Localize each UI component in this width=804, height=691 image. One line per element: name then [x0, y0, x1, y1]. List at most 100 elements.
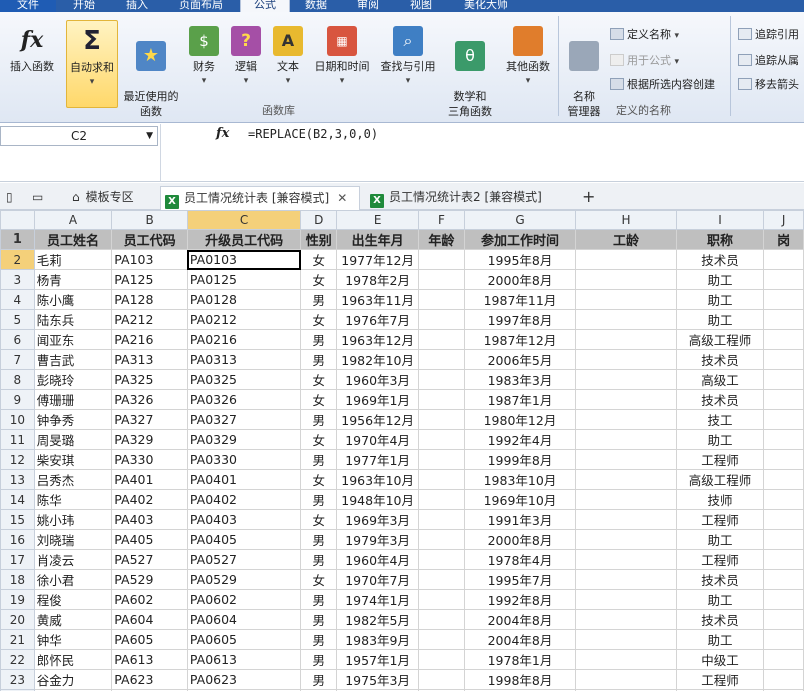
cell[interactable]: 郎怀民 — [33, 649, 113, 670]
cell[interactable] — [418, 489, 465, 510]
trace-dependents-button[interactable]: 追踪从属 — [738, 52, 799, 68]
cell[interactable] — [418, 649, 465, 670]
select-all-corner[interactable] — [0, 210, 35, 230]
autosum-button[interactable]: Σ 自动求和 ▾ — [66, 20, 118, 108]
cell[interactable] — [763, 649, 804, 670]
cell[interactable]: PA326 — [111, 389, 188, 410]
cell[interactable] — [575, 609, 677, 630]
row-header[interactable]: 13 — [0, 469, 35, 490]
cell[interactable]: 姚小玮 — [33, 509, 113, 530]
cell[interactable] — [575, 509, 677, 530]
cell[interactable]: 1987年1月 — [463, 389, 577, 410]
cell[interactable]: 技师 — [675, 489, 765, 510]
cell[interactable] — [418, 389, 465, 410]
cell[interactable]: PA216 — [111, 329, 188, 350]
row-header[interactable]: 5 — [0, 309, 35, 330]
column-header-j[interactable]: J — [763, 210, 804, 230]
cell[interactable]: 技术员 — [675, 609, 765, 630]
cell[interactable]: PA401 — [111, 469, 188, 490]
cell[interactable] — [575, 489, 677, 510]
other-functions-button[interactable]: 其他函数 ▾ — [502, 26, 554, 89]
cell[interactable] — [763, 609, 804, 630]
cell[interactable]: 工程师 — [675, 669, 765, 690]
cell[interactable] — [418, 309, 465, 330]
cell[interactable]: 1987年12月 — [463, 329, 577, 350]
cell[interactable]: PA402 — [111, 489, 188, 510]
cell[interactable] — [575, 429, 677, 450]
cell[interactable]: 1978年4月 — [463, 549, 577, 570]
cell[interactable]: 技术员 — [675, 349, 765, 370]
column-header-a[interactable]: A — [33, 210, 113, 230]
row-header[interactable]: 11 — [0, 429, 35, 450]
cell[interactable]: 1983年9月 — [336, 629, 420, 650]
insert-function-fx-icon[interactable]: fx — [216, 126, 229, 141]
cell[interactable] — [763, 569, 804, 590]
cell[interactable]: 1997年8月 — [463, 309, 577, 330]
tab-page-layout[interactable]: 页面布局 — [164, 0, 238, 12]
cell[interactable]: 1974年1月 — [336, 589, 420, 610]
cell[interactable]: 女 — [300, 509, 338, 530]
cell[interactable] — [418, 369, 465, 390]
cell[interactable]: 1977年1月 — [336, 449, 420, 470]
cell[interactable]: 男 — [300, 609, 338, 630]
cell[interactable]: 女 — [300, 269, 338, 290]
cell[interactable]: PA330 — [111, 449, 188, 470]
row-header[interactable]: 16 — [0, 529, 35, 550]
cell[interactable]: 2004年8月 — [463, 609, 577, 630]
cell[interactable]: 助工 — [675, 309, 765, 330]
column-header-b[interactable]: B — [111, 210, 188, 230]
column-header-d[interactable]: D — [300, 210, 338, 230]
cell[interactable]: 1970年4月 — [336, 429, 420, 450]
row-header[interactable]: 6 — [0, 329, 35, 350]
column-header-c[interactable]: C — [186, 210, 302, 230]
cell[interactable]: 2000年8月 — [463, 529, 577, 550]
cell[interactable]: 高级工程师 — [675, 469, 765, 490]
cell[interactable] — [763, 269, 804, 290]
row-header[interactable]: 1 — [0, 229, 35, 250]
cell[interactable]: 1975年3月 — [336, 669, 420, 690]
lookup-button[interactable]: ⌕ 查找与引用 ▾ — [376, 26, 440, 89]
cell[interactable] — [575, 329, 677, 350]
header-cell[interactable]: 升级员工代码 — [186, 229, 302, 250]
cell[interactable] — [763, 369, 804, 390]
tab-workbook-2[interactable]: X 员工情况统计表2 [兼容模式] — [364, 186, 564, 210]
cell[interactable]: PA602 — [111, 589, 188, 610]
cell[interactable] — [418, 349, 465, 370]
recent-functions-button[interactable]: ★ 最近使用的 函数 — [120, 26, 182, 134]
cell[interactable] — [575, 549, 677, 570]
cell[interactable]: 1969年10月 — [463, 489, 577, 510]
header-cell[interactable]: 参加工作时间 — [463, 229, 577, 250]
tab-review[interactable]: 审阅 — [342, 0, 394, 12]
cell[interactable]: PA0401 — [186, 469, 302, 490]
cell[interactable]: 技工 — [675, 409, 765, 430]
cell[interactable]: 1999年8月 — [463, 449, 577, 470]
cell[interactable] — [575, 409, 677, 430]
cell[interactable]: 毛莉 — [33, 249, 113, 270]
cell[interactable]: PA403 — [111, 509, 188, 530]
cell[interactable]: PA128 — [111, 289, 188, 310]
tab-insert[interactable]: 插入 — [112, 0, 162, 12]
row-header[interactable]: 19 — [0, 589, 35, 610]
cell[interactable] — [418, 269, 465, 290]
cell[interactable]: PA0325 — [186, 369, 302, 390]
cell[interactable]: 2004年8月 — [463, 629, 577, 650]
row-header[interactable]: 22 — [0, 649, 35, 670]
cell[interactable]: PA0529 — [186, 569, 302, 590]
cell[interactable]: PA0403 — [186, 509, 302, 530]
column-header-h[interactable]: H — [575, 210, 677, 230]
name-manager-button[interactable]: 名称 管理器 — [562, 26, 606, 134]
use-in-formula-button[interactable]: 用于公式 ▾ — [610, 52, 679, 68]
cell[interactable]: 闻亚东 — [33, 329, 113, 350]
cell[interactable]: PA604 — [111, 609, 188, 630]
cell[interactable] — [575, 249, 677, 270]
cell[interactable]: PA212 — [111, 309, 188, 330]
cell[interactable]: 女 — [300, 429, 338, 450]
cell[interactable] — [763, 329, 804, 350]
cell[interactable] — [575, 369, 677, 390]
cell[interactable]: PA623 — [111, 669, 188, 690]
cell[interactable]: PA0405 — [186, 529, 302, 550]
cell[interactable] — [575, 629, 677, 650]
cell[interactable]: 曹吉武 — [33, 349, 113, 370]
header-cell[interactable]: 岗 — [763, 229, 804, 250]
cell[interactable]: 高级工 — [675, 369, 765, 390]
